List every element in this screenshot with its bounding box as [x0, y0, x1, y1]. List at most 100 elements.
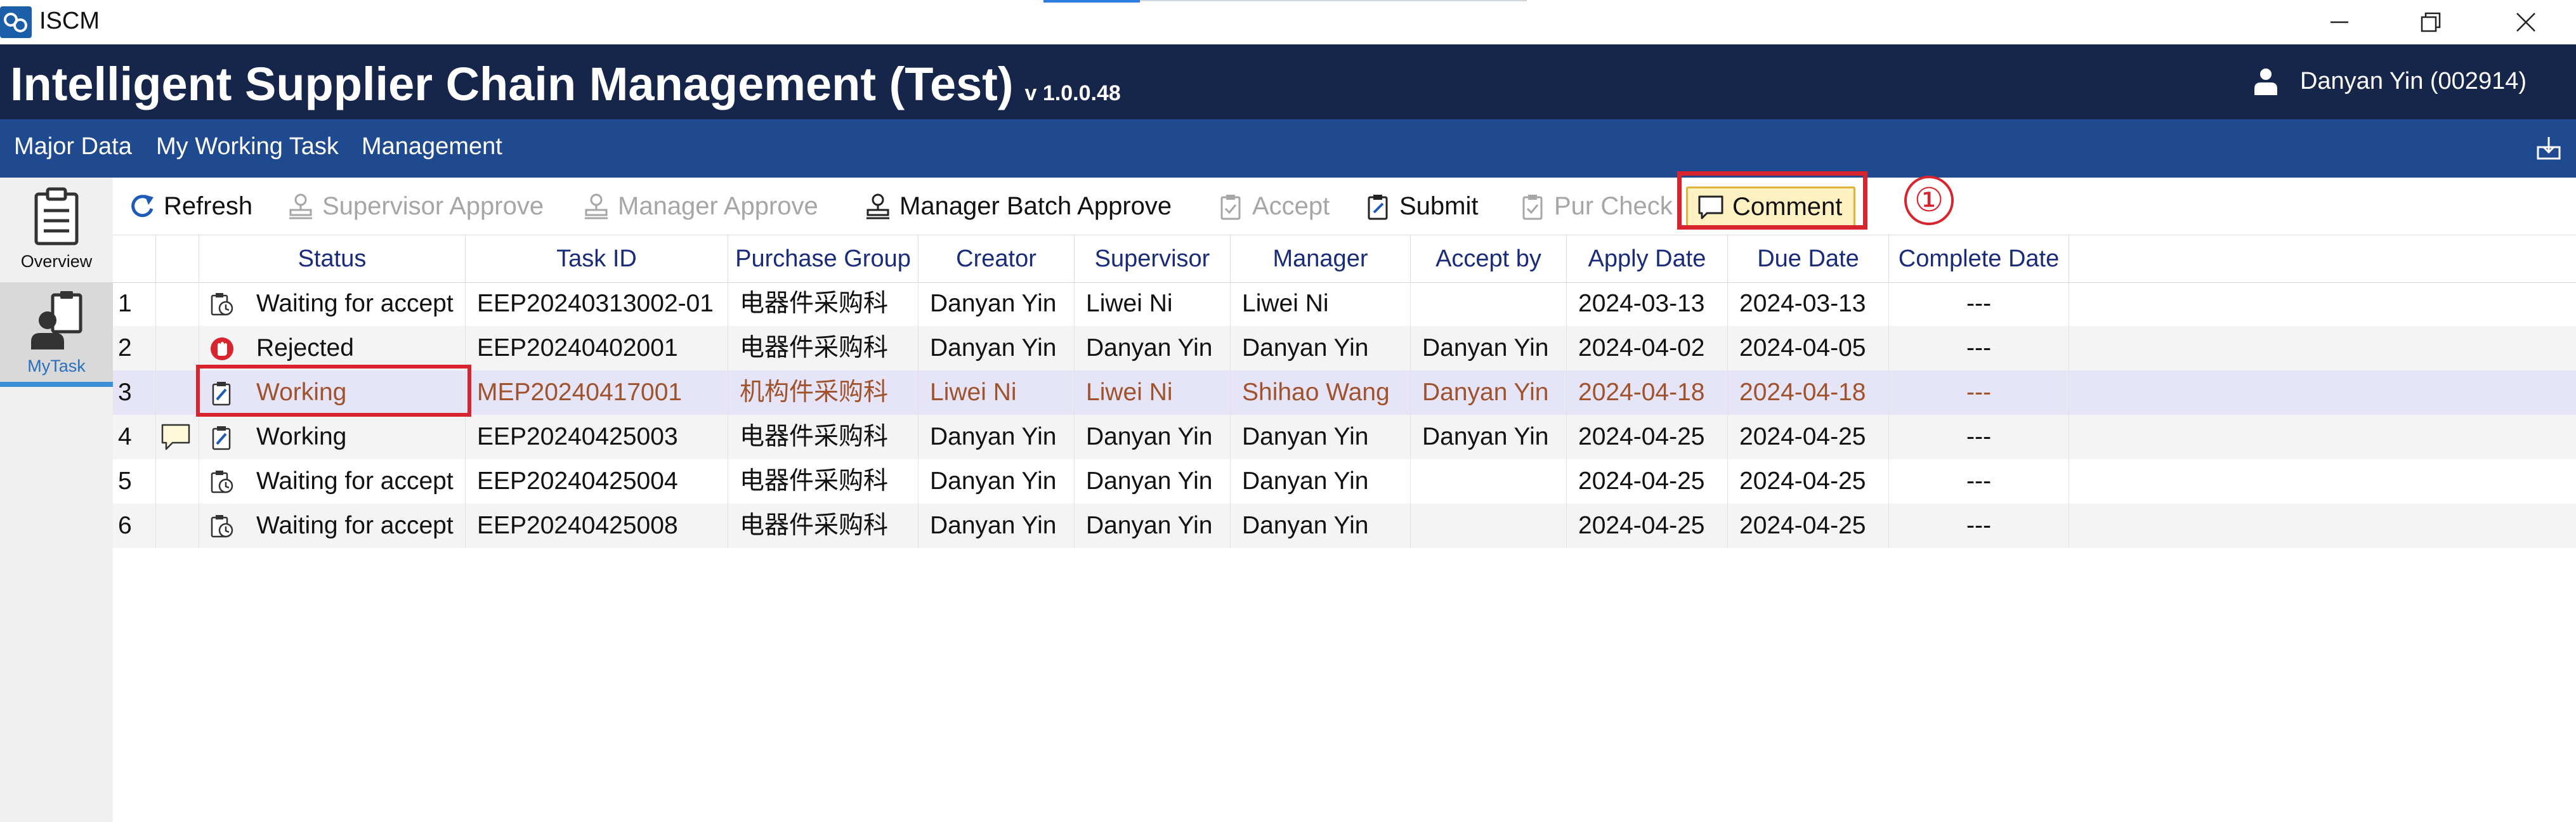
- stamp-icon: [289, 193, 312, 219]
- close-button[interactable]: [2488, 0, 2564, 44]
- accept-by-cell: Danyan Yin: [1411, 415, 1567, 459]
- task-id-cell: EEP20240425008: [466, 504, 728, 548]
- supervisor-cell: Danyan Yin: [1075, 415, 1231, 459]
- header-accept-by[interactable]: Accept by: [1411, 235, 1567, 282]
- row-number: 2: [113, 326, 156, 370]
- table-row[interactable]: 4 Working EEP20240425003 电器件采购科 Danyan Y…: [113, 415, 2576, 459]
- complete-date-cell: ---: [1889, 504, 2069, 548]
- header-purchase-group[interactable]: Purchase Group: [728, 235, 919, 282]
- apply-date-cell: 2024-04-18: [1567, 370, 1728, 415]
- supervisor-approve-button[interactable]: Supervisor Approve: [287, 189, 544, 223]
- clipboard-edit-icon: [1368, 195, 1388, 220]
- due-date-cell: 2024-03-13: [1728, 282, 1889, 326]
- grid-empty-area: [113, 548, 2576, 822]
- app-logo-icon: [0, 6, 32, 38]
- nav-mytask-label: MyTask: [27, 356, 86, 375]
- restore-icon: [2421, 12, 2441, 32]
- purchase-group-cell: 机构件采购科: [728, 370, 919, 415]
- accept-label: Accept: [1252, 192, 1330, 220]
- purchase-group-cell: 电器件采购科: [728, 504, 919, 548]
- creator-cell: Danyan Yin: [919, 326, 1075, 370]
- menu-item-major-data[interactable]: Major Data: [14, 133, 132, 160]
- row-number: 3: [113, 370, 156, 415]
- manager-cell: Danyan Yin: [1231, 504, 1411, 548]
- title-accent-line: [1140, 0, 1527, 1]
- restore-button[interactable]: [2393, 0, 2469, 44]
- table-row[interactable]: 6 Waiting for accept EEP20240425008 电器件采…: [113, 504, 2576, 548]
- status-text: Waiting for accept: [256, 290, 454, 317]
- purchase-group-cell: 电器件采购科: [728, 415, 919, 459]
- creator-cell: Danyan Yin: [919, 504, 1075, 548]
- user-name: Danyan Yin (002914): [2299, 67, 2527, 95]
- menu-item-management[interactable]: Management: [362, 133, 502, 160]
- header-creator[interactable]: Creator: [919, 235, 1075, 282]
- speech-bubble-icon: [161, 424, 190, 450]
- task-id-cell: MEP20240417001: [466, 370, 728, 415]
- manager-cell: Danyan Yin: [1231, 459, 1411, 504]
- header-manager[interactable]: Manager: [1231, 235, 1411, 282]
- supervisor-cell: Danyan Yin: [1075, 504, 1231, 548]
- status-text: Working: [256, 423, 347, 450]
- header-supervisor[interactable]: Supervisor: [1075, 235, 1231, 282]
- apply-date-cell: 2024-04-25: [1567, 504, 1728, 548]
- due-date-cell: 2024-04-25: [1728, 415, 1889, 459]
- complete-date-cell: ---: [1889, 370, 2069, 415]
- refresh-button[interactable]: Refresh: [128, 189, 252, 223]
- left-nav: Overview MyTask: [0, 178, 114, 822]
- clipboard-check-icon: [1522, 195, 1543, 220]
- manager-batch-approve-button[interactable]: Manager Batch Approve: [864, 189, 1172, 223]
- title-accent-bar: [1043, 0, 1140, 3]
- header-complete-date[interactable]: Complete Date: [1889, 235, 2069, 282]
- header-apply-date[interactable]: Apply Date: [1567, 235, 1728, 282]
- user-info[interactable]: Danyan Yin (002914): [2253, 67, 2527, 95]
- header-comment-flag: [156, 235, 199, 282]
- submit-label: Submit: [1399, 192, 1479, 220]
- header-row-number: [113, 235, 156, 282]
- accept-by-cell: [1411, 504, 1567, 548]
- status-cell: Waiting for accept: [199, 459, 466, 504]
- manager-cell: Shihao Wang: [1231, 370, 1411, 415]
- nav-mytask[interactable]: MyTask: [0, 282, 113, 387]
- window-title-bar: ISCM: [0, 0, 2576, 44]
- due-date-cell: 2024-04-25: [1728, 459, 1889, 504]
- manager-approve-label: Manager Approve: [618, 192, 818, 220]
- supervisor-cell: Liwei Ni: [1075, 282, 1231, 326]
- apply-date-cell: 2024-04-02: [1567, 326, 1728, 370]
- step-marker: ①: [1904, 176, 1954, 225]
- comment-flag-cell: [156, 459, 199, 504]
- clock-clipboard-icon: [211, 293, 233, 316]
- clipboard-list-icon: [34, 187, 79, 245]
- task-grid: Status Task ID Purchase Group Creator Su…: [113, 235, 2576, 822]
- submit-button[interactable]: Submit: [1364, 189, 1479, 223]
- refresh-icon: [131, 195, 154, 218]
- comment-flag-cell[interactable]: [156, 415, 199, 459]
- pur-check-button[interactable]: Pur Check: [1519, 189, 1673, 223]
- export-icon[interactable]: [2535, 134, 2562, 161]
- complete-date-cell: ---: [1889, 326, 2069, 370]
- row-number: 4: [113, 415, 156, 459]
- apply-date-cell: 2024-04-25: [1567, 459, 1728, 504]
- table-row[interactable]: 1 Waiting for accept EEP20240313002-01 电…: [113, 282, 2576, 326]
- table-row[interactable]: 5 Waiting for accept EEP20240425004 电器件采…: [113, 459, 2576, 504]
- header-task-id[interactable]: Task ID: [466, 235, 728, 282]
- status-text: Waiting for accept: [256, 467, 454, 495]
- status-cell: Working: [199, 415, 466, 459]
- close-icon: [2516, 13, 2535, 32]
- nav-overview[interactable]: Overview: [0, 178, 113, 282]
- minimize-button[interactable]: [2301, 0, 2377, 44]
- user-icon: [2254, 68, 2277, 95]
- table-row-selected[interactable]: 3 Working MEP20240417001 机构件采购科 Liwei Ni…: [113, 370, 2576, 415]
- due-date-cell: 2024-04-25: [1728, 504, 1889, 548]
- accept-button[interactable]: Accept: [1217, 189, 1330, 223]
- header-status[interactable]: Status: [199, 235, 466, 282]
- accept-by-cell: Danyan Yin: [1411, 370, 1567, 415]
- status-cell: Waiting for accept: [199, 504, 466, 548]
- manager-approve-button[interactable]: Manager Approve: [582, 189, 818, 223]
- user-task-icon: [31, 291, 82, 349]
- header-due-date[interactable]: Due Date: [1728, 235, 1889, 282]
- complete-date-cell: ---: [1889, 459, 2069, 504]
- app-version: v 1.0.0.48: [1024, 81, 1121, 105]
- window-title: ISCM: [39, 8, 100, 34]
- menu-item-my-working-task[interactable]: My Working Task: [156, 133, 339, 160]
- table-row[interactable]: 2 Rejected EEP20240402001 电器件采购科 Danyan …: [113, 326, 2576, 370]
